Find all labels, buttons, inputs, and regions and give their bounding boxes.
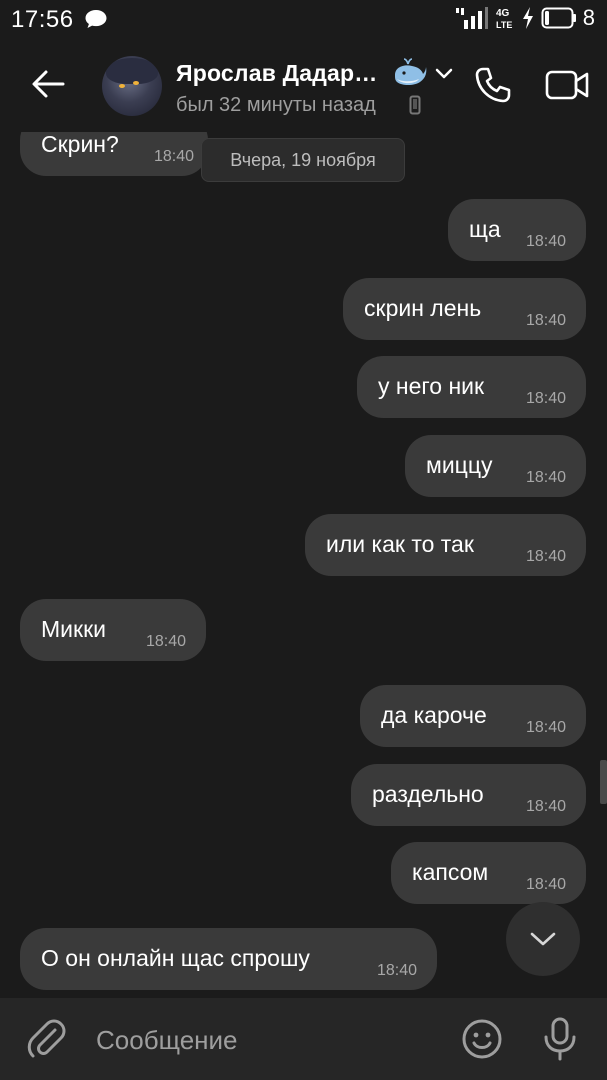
microphone-icon xyxy=(544,1017,576,1061)
message-text: да кароче xyxy=(381,702,487,728)
message-time: 18:40 xyxy=(525,876,566,893)
message-time: 18:40 xyxy=(525,233,566,250)
message-time: 18:40 xyxy=(145,633,186,650)
message-composer xyxy=(0,998,607,1080)
message-incoming[interactable]: Микки 18:40 xyxy=(20,599,206,661)
message-outgoing[interactable]: ща 18:40 xyxy=(448,199,586,261)
signal-icon xyxy=(455,7,488,29)
call-icon xyxy=(475,67,511,103)
scroll-to-bottom-button[interactable] xyxy=(506,902,580,976)
battery-icon xyxy=(541,7,576,29)
attach-button[interactable] xyxy=(24,1016,70,1062)
message-time: 18:40 xyxy=(153,148,194,165)
paperclip-icon xyxy=(27,1019,66,1058)
scrollbar[interactable] xyxy=(600,760,607,804)
video-call-button[interactable] xyxy=(540,62,594,108)
message-time: 18:40 xyxy=(376,962,417,979)
message-text: миццу xyxy=(426,452,493,478)
message-text: или как то так xyxy=(326,531,474,557)
battery-level: 8 xyxy=(582,5,595,30)
contact-name[interactable]: Ярослав Дадар… xyxy=(176,60,377,87)
emoji-icon xyxy=(462,1019,502,1059)
message-outgoing[interactable]: или как то так 18:40 xyxy=(305,514,586,576)
last-seen-status: был 32 минуты назад xyxy=(176,94,376,116)
avatar[interactable] xyxy=(102,56,162,116)
back-arrow-icon xyxy=(32,70,65,98)
chat-bubble-icon xyxy=(85,10,107,28)
status-time: 17:56 xyxy=(11,6,74,33)
message-outgoing[interactable]: у него ник 18:40 xyxy=(357,356,586,418)
emoji-button[interactable] xyxy=(458,1016,506,1062)
message-incoming[interactable]: О он онлайн щас спрошу 18:40 xyxy=(20,928,437,990)
message-outgoing[interactable]: капсом 18:40 xyxy=(391,842,586,904)
status-icons: 4G LTE 8 xyxy=(455,5,595,31)
message-text: капсом xyxy=(412,859,489,885)
svg-text:LTE: LTE xyxy=(496,20,512,30)
message-time: 18:40 xyxy=(525,469,566,486)
whale-emoji xyxy=(395,58,427,85)
message-list[interactable]: Скрин? 18:40 Вчера, 19 ноября ща 18:40 с… xyxy=(0,132,607,998)
message-outgoing[interactable]: да кароче 18:40 xyxy=(360,685,586,747)
svg-text:4G: 4G xyxy=(496,8,510,19)
message-text: О он онлайн щас спрошу xyxy=(41,945,310,971)
status-bar: 17:56 4G LTE 8 xyxy=(0,0,607,38)
date-separator: Вчера, 19 ноября xyxy=(201,138,405,182)
message-outgoing[interactable]: миццу 18:40 xyxy=(405,435,586,497)
message-input[interactable] xyxy=(96,1020,436,1060)
call-button[interactable] xyxy=(468,62,518,108)
video-call-icon xyxy=(545,70,589,100)
message-text: ща xyxy=(469,216,501,242)
back-button[interactable] xyxy=(24,60,72,108)
chevron-down-icon[interactable] xyxy=(434,64,454,84)
chevron-down-icon xyxy=(530,932,556,946)
message-text: Скрин? xyxy=(41,132,119,157)
message-outgoing[interactable]: раздельно 18:40 xyxy=(351,764,586,826)
message-time: 18:40 xyxy=(525,548,566,565)
network-4g-icon: 4G LTE xyxy=(496,8,512,30)
message-text: скрин лень xyxy=(364,295,482,321)
charging-icon xyxy=(522,7,533,29)
message-time: 18:40 xyxy=(525,798,566,815)
chat-header: Ярослав Дадар… был 32 минуты назад xyxy=(0,38,607,132)
message-outgoing[interactable]: скрин лень 18:40 xyxy=(343,278,586,340)
message-text: раздельно xyxy=(372,781,484,807)
message-incoming[interactable]: Скрин? 18:40 xyxy=(20,132,208,176)
voice-message-button[interactable] xyxy=(536,1014,584,1064)
message-time: 18:40 xyxy=(525,719,566,736)
message-time: 18:40 xyxy=(525,390,566,407)
message-time: 18:40 xyxy=(525,312,566,329)
message-text: Микки xyxy=(41,616,106,642)
phone-icon xyxy=(409,95,421,115)
message-text: у него ник xyxy=(378,373,485,399)
